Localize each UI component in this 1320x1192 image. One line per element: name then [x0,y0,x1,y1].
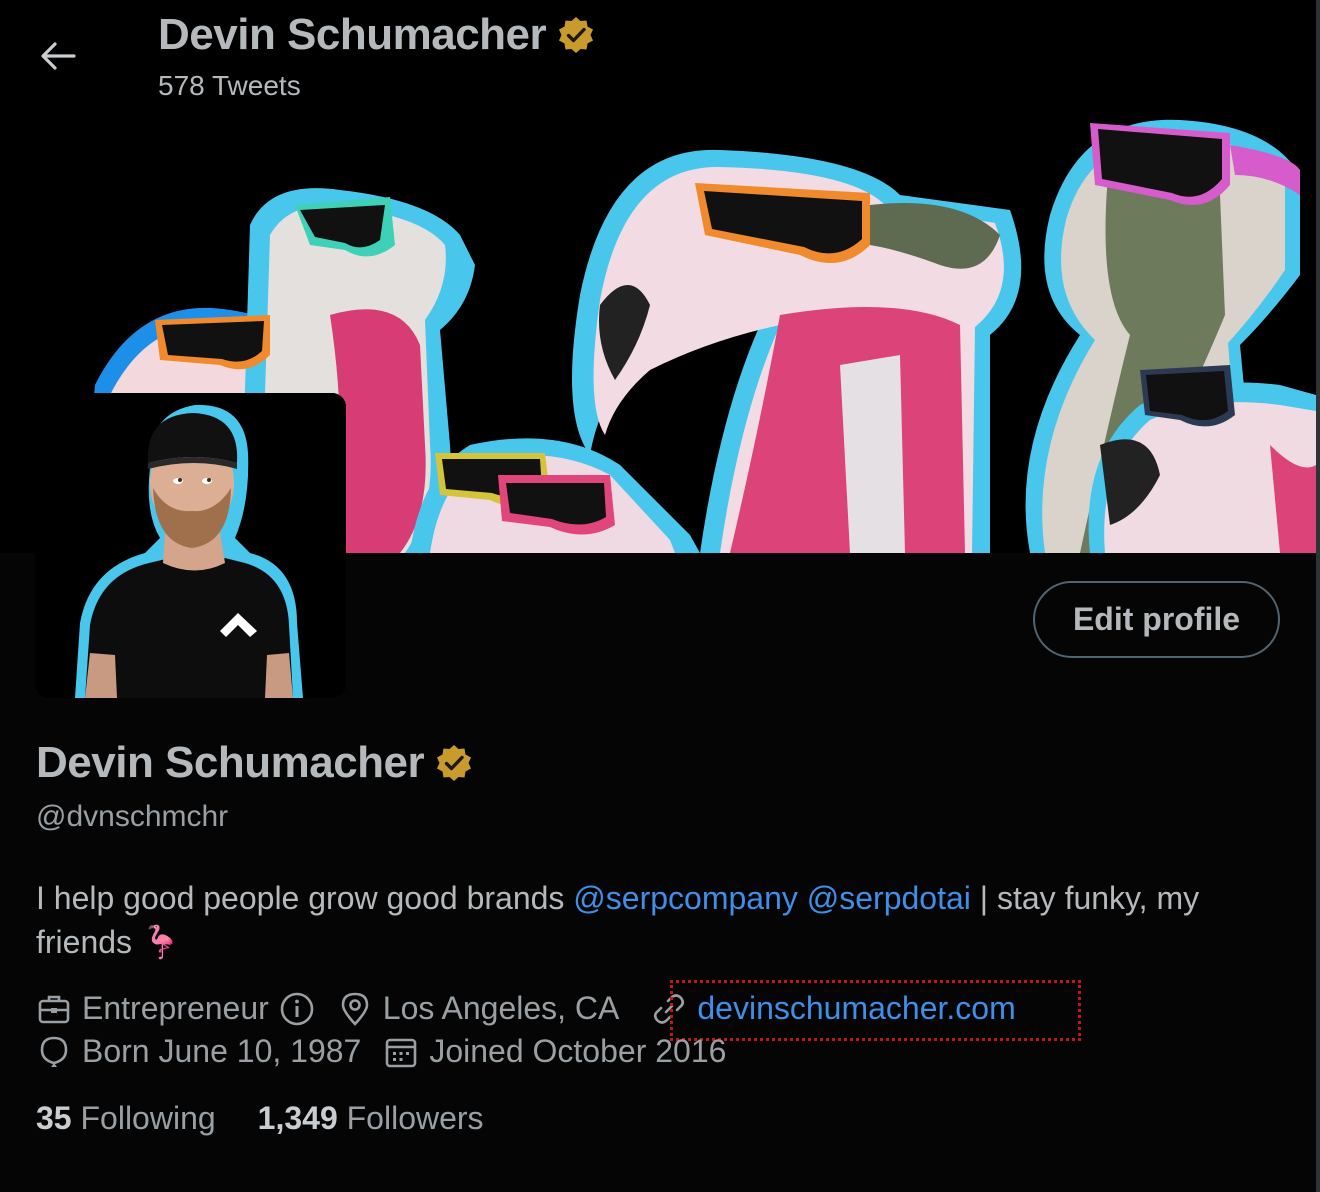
followers-count: 1,349 [257,1100,338,1136]
header-title-row: Devin Schumacher [158,10,596,60]
flamingo-emoji: 🦩 [140,924,181,960]
profile-birthday: Born June 10, 1987 [36,1033,361,1070]
bio-space [798,880,807,916]
profile-location: Los Angeles, CA [337,990,620,1027]
edit-profile-button[interactable]: Edit profile [1033,581,1280,658]
info-icon[interactable] [279,991,315,1027]
bio-text: I help good people grow good brands [36,880,574,916]
following-link[interactable]: 35 Following [36,1100,216,1137]
profile-bio: I help good people grow good brands @ser… [36,876,1286,964]
verified-badge-icon [437,745,472,781]
profile-profession: Entrepreneur [36,990,315,1027]
location-pin-icon [341,992,369,1026]
calendar-icon [386,1038,417,1067]
birthday-text: Born June 10, 1987 [82,1033,362,1069]
profile-joined: Joined October 2016 [383,1033,726,1070]
following-label: Following [71,1100,216,1136]
profile-avatar[interactable] [35,393,346,698]
bio-mention-serpdotai[interactable]: @serpdotai [807,880,971,916]
location-text: Los Angeles, CA [382,990,620,1026]
followers-label: Followers [337,1100,484,1136]
joined-text: Joined October 2016 [429,1033,727,1069]
arrow-left-icon [41,42,76,70]
back-button[interactable] [30,34,86,78]
profile-page: Devin Schumacher 578 Tweets Edit profile… [0,0,1316,1192]
profile-name-row: Devin Schumacher [36,738,474,788]
verified-badge-icon [559,17,594,53]
following-count: 35 [36,1100,72,1136]
profile-header-bar: Devin Schumacher 578 Tweets [0,0,1316,115]
profile-display-name: Devin Schumacher [36,738,425,787]
profile-handle: @dvnschmchr [36,800,229,833]
profession-text: Entrepreneur [82,990,269,1026]
bio-mention-serpcompany[interactable]: @serpcompany [573,880,798,916]
header-tweet-count: 578 Tweets [158,70,301,101]
followers-link[interactable]: 1,349 Followers [258,1100,484,1137]
header-name: Devin Schumacher [158,10,547,59]
briefcase-icon [38,995,70,1023]
profile-meta-row-2: Born June 10, 1987 Joined October 2016 [36,1033,748,1070]
column-divider [1316,0,1320,1192]
balloon-icon [40,1036,68,1067]
website-highlight-box [670,980,1081,1041]
profile-stats: 35 Following 1,349 Followers [36,1100,526,1137]
